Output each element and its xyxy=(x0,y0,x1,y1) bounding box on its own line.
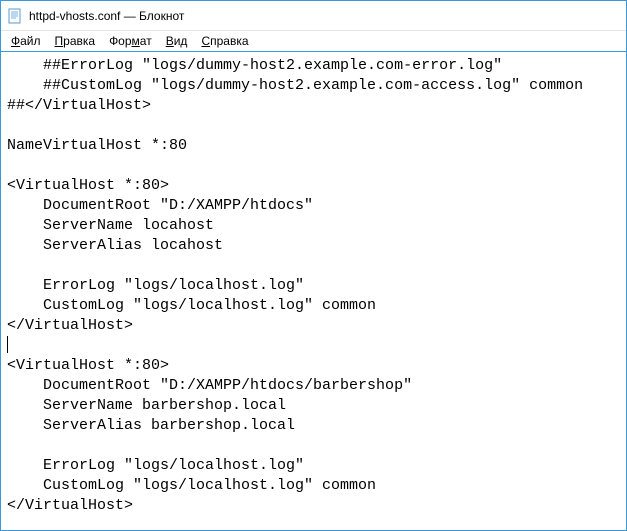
menu-file[interactable]: Файл xyxy=(7,32,45,50)
menu-view[interactable]: Вид xyxy=(162,32,192,50)
text-content: ##ErrorLog "logs/dummy-host2.example.com… xyxy=(7,57,583,514)
titlebar: httpd-vhosts.conf — Блокнот xyxy=(1,1,626,31)
menubar: Файл Правка Формат Вид Справка xyxy=(1,31,626,52)
text-area[interactable]: ##ErrorLog "logs/dummy-host2.example.com… xyxy=(1,52,626,530)
menu-edit[interactable]: Правка xyxy=(51,32,100,50)
menu-format[interactable]: Формат xyxy=(105,32,156,50)
menu-help[interactable]: Справка xyxy=(197,32,252,50)
text-cursor xyxy=(7,336,8,353)
window-title: httpd-vhosts.conf — Блокнот xyxy=(29,9,184,23)
notepad-icon xyxy=(7,8,23,24)
